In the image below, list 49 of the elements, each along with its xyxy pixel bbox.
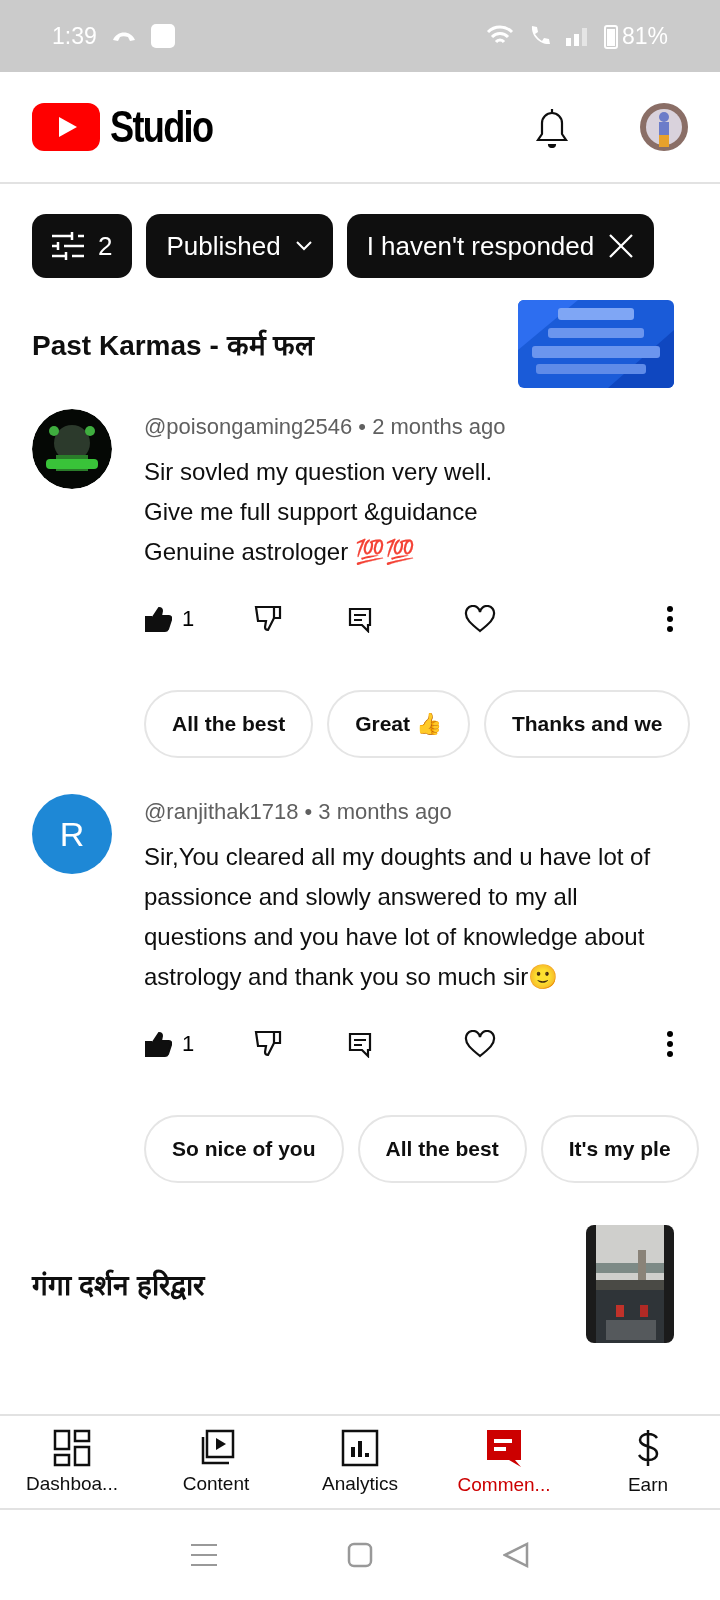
dislike-icon[interactable]: [254, 605, 284, 633]
battery-icon: [603, 23, 618, 49]
more-icon[interactable]: [666, 606, 674, 632]
video-title: गंगा दर्शन हरिद्वार: [32, 1268, 204, 1303]
like-icon[interactable]: [144, 606, 172, 632]
dashboard-icon: [53, 1429, 91, 1467]
signal-icon: [565, 26, 590, 46]
chevron-down-icon: [294, 240, 313, 252]
more-icon[interactable]: [666, 1031, 674, 1057]
like-count: 1: [182, 606, 196, 632]
quick-reply-chip[interactable]: So nice of you: [144, 1115, 344, 1183]
video-title: Past Karmas - कर्म फल: [32, 328, 315, 363]
filter-icon: [52, 232, 84, 260]
app-title: Studio: [110, 102, 213, 152]
nav-tab[interactable]: Earn: [576, 1416, 720, 1508]
comment-meta: @ranjithak1718 • 3 months ago: [144, 799, 453, 825]
like-count: 1: [182, 1031, 196, 1057]
comment-meta: @poisongaming2546 • 2 months ago: [144, 414, 507, 440]
filter-button[interactable]: 2: [32, 214, 133, 278]
dislike-icon[interactable]: [254, 1030, 284, 1058]
close-icon: [608, 233, 635, 259]
analytics-icon: [341, 1429, 379, 1467]
notification-bell-icon[interactable]: [534, 106, 570, 148]
filter-chip[interactable]: I haven't responded: [346, 214, 655, 278]
nav-tab[interactable]: Analytics: [288, 1416, 432, 1508]
status-dropdown[interactable]: Published: [146, 214, 333, 278]
nav-tab[interactable]: Dashboa...: [0, 1416, 144, 1508]
quick-reply-chip[interactable]: All the best: [144, 690, 314, 758]
nav-tab[interactable]: Content: [144, 1416, 288, 1508]
quick-reply-chip[interactable]: It's my ple: [540, 1115, 699, 1183]
home-icon[interactable]: [347, 1542, 373, 1568]
nav-tab[interactable]: Commen...: [432, 1416, 576, 1508]
comment-text: Sir sovled my question very well. Give me full support &guidance Genuine astrologer 💯💯: [144, 457, 494, 567]
quick-reply-chip[interactable]: All the best: [357, 1115, 527, 1183]
quick-reply-chip[interactable]: Great 👍: [327, 690, 470, 758]
back-icon[interactable]: [503, 1542, 529, 1568]
heart-icon[interactable]: [464, 605, 496, 633]
quick-reply-chip[interactable]: Thanks and we: [483, 690, 691, 758]
heart-icon[interactable]: [464, 1030, 496, 1058]
play-logo-icon: [32, 103, 100, 151]
reply-icon[interactable]: [348, 605, 372, 633]
reply-icon[interactable]: [348, 1030, 372, 1058]
like-icon[interactable]: [144, 1031, 172, 1057]
app-notification-icon: [150, 24, 175, 48]
comment-icon: [485, 1428, 523, 1468]
menu-icon[interactable]: [191, 1543, 217, 1567]
comment-text: Sir,You cleared all my doughts and u have lot of passionce and slowly answered to my all questions and you have lot of knowledge about astrology and thank you so much sir🙂: [144, 842, 652, 992]
avatar: R: [32, 794, 112, 874]
call-icon: [110, 30, 137, 42]
